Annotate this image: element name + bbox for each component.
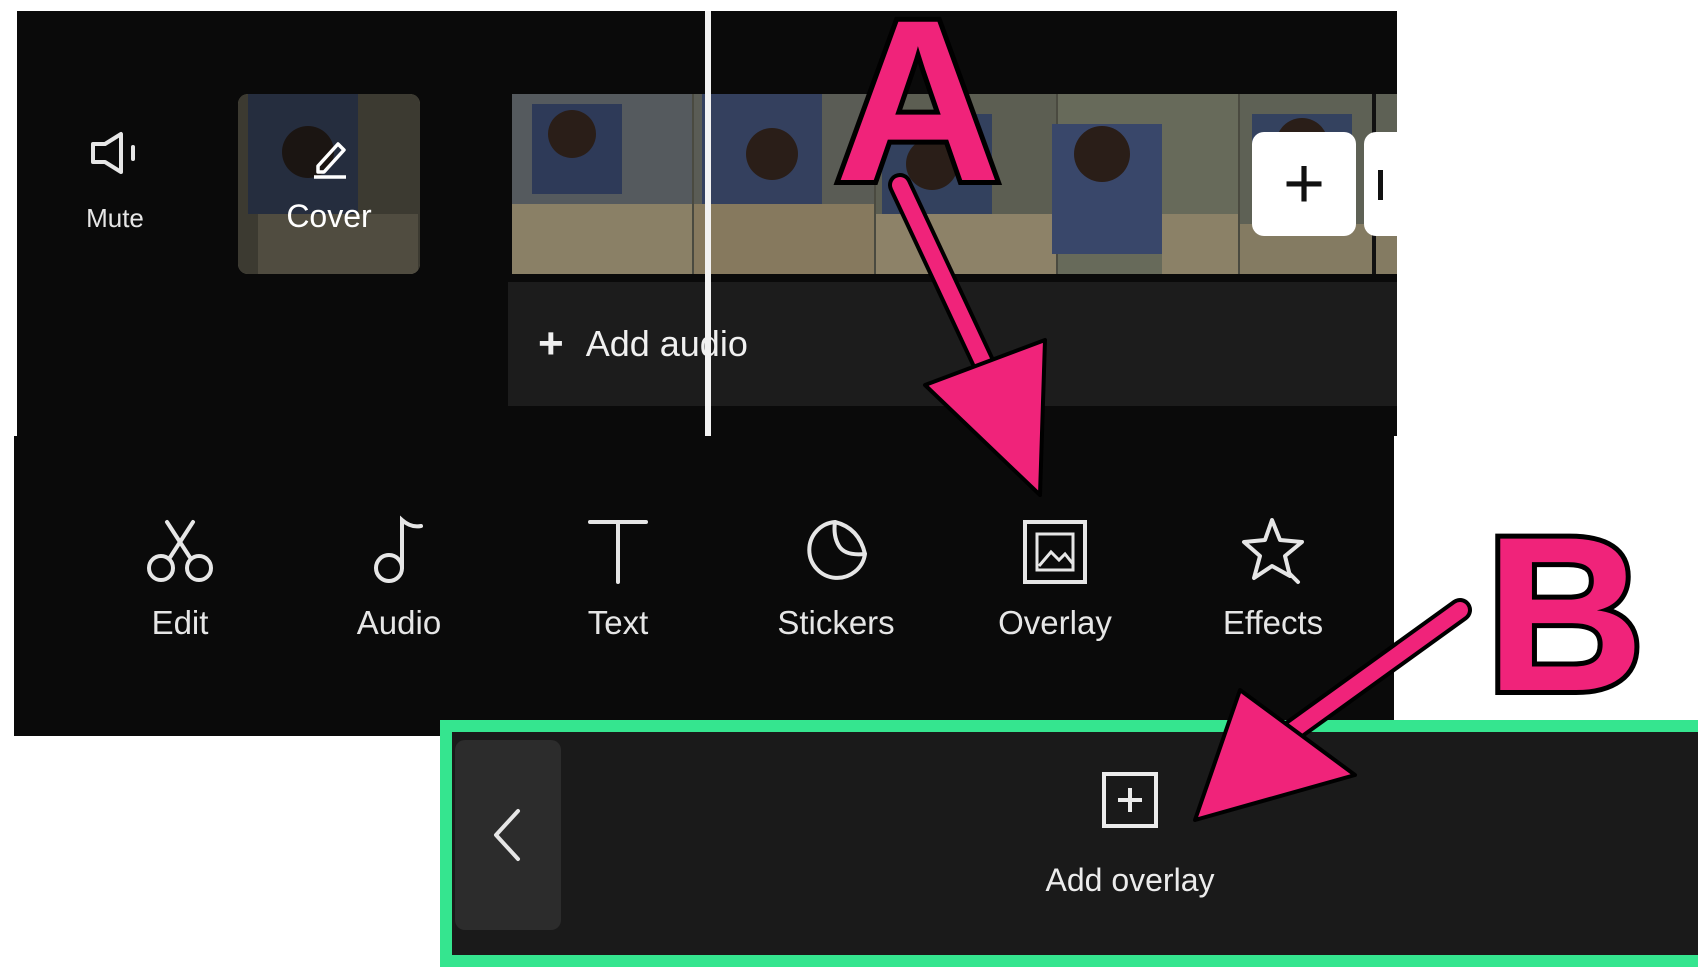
annotation-label-a: A xyxy=(835,0,1001,229)
annotation-label-b: B xyxy=(1486,491,1645,737)
arrow-a-icon xyxy=(888,173,1047,497)
annotation-layer: A B xyxy=(830,0,1649,822)
arrow-b-icon xyxy=(1193,598,1472,822)
